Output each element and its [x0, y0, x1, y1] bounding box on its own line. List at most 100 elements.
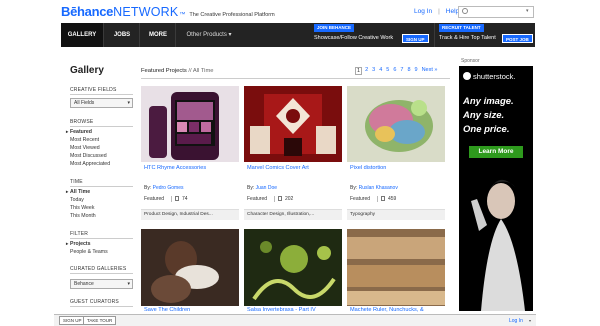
- project-author: By: Juan Doe: [247, 185, 277, 191]
- divider: [70, 126, 133, 127]
- page-link[interactable]: 6: [392, 67, 397, 75]
- save-the-children-image: [141, 229, 239, 306]
- creative-fields-select[interactable]: All Fields ▾: [70, 98, 133, 108]
- project-card[interactable]: Pixel distortion By: Ruslan Khasanov Fea…: [347, 86, 445, 222]
- signup-button[interactable]: SIGN UP: [402, 34, 429, 43]
- project-thumbnail[interactable]: [244, 86, 342, 162]
- logo-tm: ™: [179, 12, 186, 18]
- post-job-button[interactable]: POST JOB: [502, 34, 533, 43]
- time-this-month[interactable]: This Month: [70, 213, 96, 219]
- project-card[interactable]: Machete Ruler, Nunchucks, &: [347, 229, 445, 314]
- browse-most-appreciated[interactable]: Most Appreciated: [70, 161, 110, 167]
- nav-divider: [175, 23, 176, 47]
- chevron-down-icon[interactable]: ▾: [529, 318, 531, 323]
- curated-galleries-value: Behance: [74, 281, 94, 287]
- time-today[interactable]: Today: [70, 197, 84, 203]
- project-fields: Typography: [347, 209, 445, 220]
- learn-more-button[interactable]: Learn More: [469, 146, 523, 158]
- page-link[interactable]: 3: [371, 67, 376, 75]
- ad-brand: shutterstock.: [473, 71, 516, 81]
- divider: [70, 186, 133, 187]
- author-link[interactable]: Pedro Gomes: [153, 185, 184, 191]
- nav-divider: [434, 23, 435, 47]
- project-title[interactable]: Salsa Invertebraxa - Part IV: [247, 307, 316, 313]
- pixel-distortion-image: [347, 86, 445, 162]
- time-all-time[interactable]: All Time: [66, 189, 90, 195]
- page-link[interactable]: 8: [406, 67, 411, 75]
- browse-most-discussed[interactable]: Most Discussed: [70, 153, 107, 159]
- join-text: Showcase/Follow Creative Work: [314, 35, 394, 41]
- project-title[interactable]: Pixel distortion: [350, 165, 386, 171]
- salsa-invertebraxa-image: [244, 229, 342, 306]
- divider: [70, 238, 133, 239]
- nav-divider: [139, 23, 140, 47]
- ad-line-3: One price.: [463, 124, 510, 135]
- creative-fields-value: All Fields: [74, 100, 95, 106]
- time-this-week[interactable]: This Week: [70, 205, 94, 211]
- comment-icon: [381, 196, 385, 201]
- filter-projects[interactable]: Projects: [66, 241, 91, 247]
- search-dropdown-icon[interactable]: ▾: [526, 8, 529, 14]
- search-icon: [462, 8, 468, 14]
- project-card[interactable]: Save The Children: [141, 229, 239, 314]
- author-link[interactable]: Juan Doe: [256, 185, 277, 191]
- shutterstock-icon: [463, 72, 471, 80]
- behance-logo[interactable]: Bēhance NETWORK ™ The Creative Professio…: [61, 4, 275, 19]
- project-thumbnail[interactable]: [141, 86, 239, 162]
- curated-galleries-heading: CURATED GALLERIES: [70, 266, 127, 272]
- signup-button-bottom[interactable]: SIGN UP: [59, 316, 86, 325]
- project-title[interactable]: Machete Ruler, Nunchucks, &: [350, 307, 424, 313]
- machete-ruler-image: [347, 229, 445, 306]
- login-link[interactable]: Log In: [414, 8, 432, 15]
- project-title[interactable]: Save The Children: [144, 307, 190, 313]
- nav-divider: [103, 23, 104, 47]
- appreciation-count: 202: [285, 196, 294, 202]
- project-author: By: Pedro Gomes: [144, 185, 183, 191]
- project-title[interactable]: HTC Rhyme Accessories: [144, 165, 206, 171]
- nav-gallery[interactable]: GALLERY: [61, 23, 103, 47]
- recruit-text: Track & Hire Top Talent: [439, 35, 496, 41]
- sponsor-ad[interactable]: shutterstock. Any image. Any size. One p…: [459, 66, 533, 311]
- page-link[interactable]: 7: [399, 67, 404, 75]
- page-link[interactable]: 2: [364, 67, 369, 75]
- page-title: Gallery: [70, 65, 104, 76]
- by-label: By:: [247, 185, 255, 191]
- htc-phone-image: [141, 86, 239, 162]
- page-link[interactable]: 1: [355, 67, 363, 75]
- take-tour-button[interactable]: TAKE TOUR: [83, 316, 117, 325]
- filter-people-teams[interactable]: People & Teams: [70, 249, 108, 255]
- page-link[interactable]: 9: [414, 67, 419, 75]
- project-thumbnail[interactable]: [347, 86, 445, 162]
- divider: [274, 196, 275, 202]
- nav-jobs[interactable]: JOBS: [109, 23, 135, 47]
- next-page-link[interactable]: Next »: [421, 67, 439, 75]
- project-thumbnail[interactable]: [244, 229, 342, 306]
- divider: [70, 306, 133, 307]
- project-card[interactable]: HTC Rhyme Accessories By: Pedro Gomes Fe…: [141, 86, 239, 222]
- guest-curators-heading: GUEST CURATORS: [70, 299, 119, 305]
- featured-label: Featured: [247, 196, 268, 202]
- author-link[interactable]: Ruslan Khasanov: [359, 185, 398, 191]
- chevron-down-icon: ▾: [127, 281, 130, 287]
- nav-more[interactable]: MORE: [145, 23, 171, 47]
- login-link-bottom[interactable]: Log In: [509, 318, 523, 324]
- project-thumbnail[interactable]: [347, 229, 445, 306]
- browse-most-viewed[interactable]: Most Viewed: [70, 145, 100, 151]
- project-card[interactable]: Marvel Comics Cover Art By: Juan Doe Fea…: [244, 86, 342, 222]
- curated-galleries-select[interactable]: Behance ▾: [70, 279, 133, 289]
- browse-most-recent[interactable]: Most Recent: [70, 137, 99, 143]
- link-separator: |: [438, 8, 440, 15]
- nav-other-products[interactable]: Other Products ▾: [183, 23, 235, 47]
- shutterstock-logo: shutterstock.: [463, 71, 516, 81]
- comment-icon: [278, 196, 282, 201]
- browse-featured[interactable]: Featured: [66, 129, 92, 135]
- all-time-label: // All Time: [188, 68, 214, 74]
- page-link[interactable]: 4: [378, 67, 383, 75]
- page-link[interactable]: 5: [385, 67, 390, 75]
- appreciation-count: 74: [182, 196, 188, 202]
- project-title[interactable]: Marvel Comics Cover Art: [247, 165, 309, 171]
- project-card[interactable]: Salsa Invertebraxa - Part IV: [244, 229, 342, 314]
- search-input[interactable]: [458, 6, 534, 18]
- project-thumbnail[interactable]: [141, 229, 239, 306]
- divider: [70, 273, 133, 274]
